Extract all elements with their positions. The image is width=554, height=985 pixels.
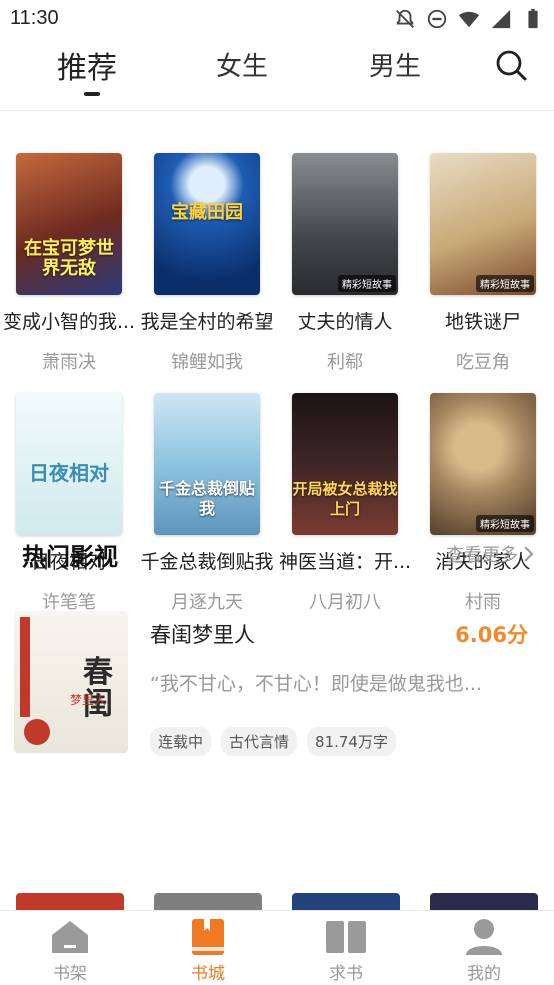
cover-title: 千金总裁倒贴我 — [158, 479, 255, 518]
drama-cover-title: 春闺 — [83, 655, 113, 722]
status-icons — [394, 8, 544, 30]
chevron-right-icon — [524, 546, 534, 562]
cover-title: 在宝可梦世界无敌 — [24, 238, 114, 279]
book-cover: 精彩短故事 — [430, 153, 536, 295]
drama-score: 6.06分 — [455, 623, 528, 647]
book-cover: 宝藏田园 — [154, 153, 260, 295]
bottom-tab-request[interactable]: 求书 — [296, 917, 396, 984]
notifications-off-icon — [394, 8, 416, 30]
book-title: 变成小智的我... — [2, 311, 136, 333]
signal-icon — [490, 8, 512, 30]
tab-active-indicator — [84, 92, 100, 96]
cover-title: 日夜相对 — [29, 461, 109, 485]
bottom-tab-bookshelf[interactable]: 书架 — [20, 917, 120, 984]
book-author: 萧雨决 — [42, 352, 96, 373]
book-cover: 精彩短故事 — [292, 153, 398, 295]
book-card[interactable]: 精彩短故事 地铁谜尸 吃豆角 — [414, 153, 552, 374]
book-card[interactable]: 精彩短故事 消失的家人 村雨 — [414, 393, 552, 614]
profile-icon — [466, 919, 502, 955]
tab-female[interactable]: 女生 — [216, 46, 268, 83]
book-cover: 开局被女总裁找上门 — [292, 393, 398, 535]
search-icon[interactable] — [494, 48, 528, 82]
book-cover: 日夜相对 — [16, 393, 122, 535]
section-title: 热门影视 — [22, 543, 118, 571]
main-content: 在宝可梦世界无敌 变成小智的我... 萧雨决 宝藏田园 我是全村的希望 锦鲤如我… — [0, 110, 554, 913]
book-author: 锦鲤如我 — [171, 352, 243, 373]
tag-status: 连载中 — [150, 727, 212, 756]
book-card[interactable]: 宝藏田园 我是全村的希望 锦鲤如我 — [138, 153, 276, 374]
status-time: 11:30 — [10, 7, 59, 29]
book-card[interactable]: 在宝可梦世界无敌 变成小智的我... 萧雨决 — [0, 153, 138, 374]
cover-title: 开局被女总裁找上门 — [292, 480, 398, 518]
drama-list-item[interactable]: 春闺 梦里人 春闺梦里人 6.06分 “我不甘心，不甘心！即使是做鬼我也... … — [14, 611, 540, 756]
bottom-tab-bookstore[interactable]: 书城 — [158, 917, 258, 984]
wifi-icon — [458, 8, 480, 30]
view-more-label: 查看更多 — [446, 545, 518, 566]
battery-icon — [522, 8, 544, 30]
bottom-tab-bar: 书架 书城 求书 我的 — [0, 910, 554, 985]
bottom-tab-label: 书城 — [191, 964, 225, 984]
bottom-tab-label: 求书 — [329, 964, 363, 984]
tab-recommend[interactable]: 推荐 — [57, 43, 117, 87]
book-author: 吃豆角 — [456, 352, 510, 373]
book-cover: 精彩短故事 — [430, 393, 536, 535]
book-card[interactable]: 开局被女总裁找上门 神医当道：开... 八月初八 — [276, 393, 414, 614]
book-author: 利郗 — [327, 352, 363, 373]
cover-badge: 精彩短故事 — [476, 275, 534, 292]
drama-tags: 连载中 古代言情 81.74万字 — [150, 727, 396, 756]
tag-genre: 古代言情 — [221, 727, 298, 756]
drama-cover-subtitle: 梦里人 — [70, 693, 107, 707]
book-cover: 在宝可梦世界无敌 — [16, 153, 122, 295]
bottom-tab-label: 我的 — [467, 964, 501, 984]
book-card[interactable]: 日夜相对 日夜相对 许笔笔 — [0, 393, 138, 614]
tab-male[interactable]: 男生 — [369, 46, 421, 83]
cover-badge: 精彩短故事 — [476, 515, 534, 532]
drama-title: 春闺梦里人 — [150, 623, 255, 647]
do-not-disturb-icon — [426, 8, 448, 30]
book-card[interactable]: 千金总裁倒贴我 千金总裁倒贴我 月逐九天 — [138, 393, 276, 614]
bookstore-icon — [192, 919, 224, 955]
bottom-tab-label: 书架 — [53, 964, 87, 984]
drama-description: “我不甘心，不甘心！即使是做鬼我也... — [150, 673, 482, 695]
hot-dramas-header: 热门影视 查看更多 — [22, 537, 534, 571]
book-card[interactable]: 精彩短故事 丈夫的情人 利郗 — [276, 153, 414, 374]
cover-badge: 精彩短故事 — [338, 275, 396, 292]
tag-word-count: 81.74万字 — [307, 727, 396, 756]
book-title: 地铁谜尸 — [444, 311, 521, 333]
bookshelf-icon — [52, 921, 88, 953]
top-navigation: 推荐 女生 男生 — [0, 38, 554, 110]
book-cover: 千金总裁倒贴我 — [154, 393, 260, 535]
cover-title: 宝藏田园 — [171, 202, 243, 223]
drama-cover: 春闺 梦里人 — [14, 611, 128, 753]
status-bar: 11:30 — [0, 0, 554, 38]
book-title: 我是全村的希望 — [140, 311, 274, 333]
request-book-icon — [326, 921, 366, 953]
book-title: 丈夫的情人 — [297, 311, 393, 333]
bottom-tab-profile[interactable]: 我的 — [434, 917, 534, 984]
view-more-link[interactable]: 查看更多 — [446, 541, 534, 567]
